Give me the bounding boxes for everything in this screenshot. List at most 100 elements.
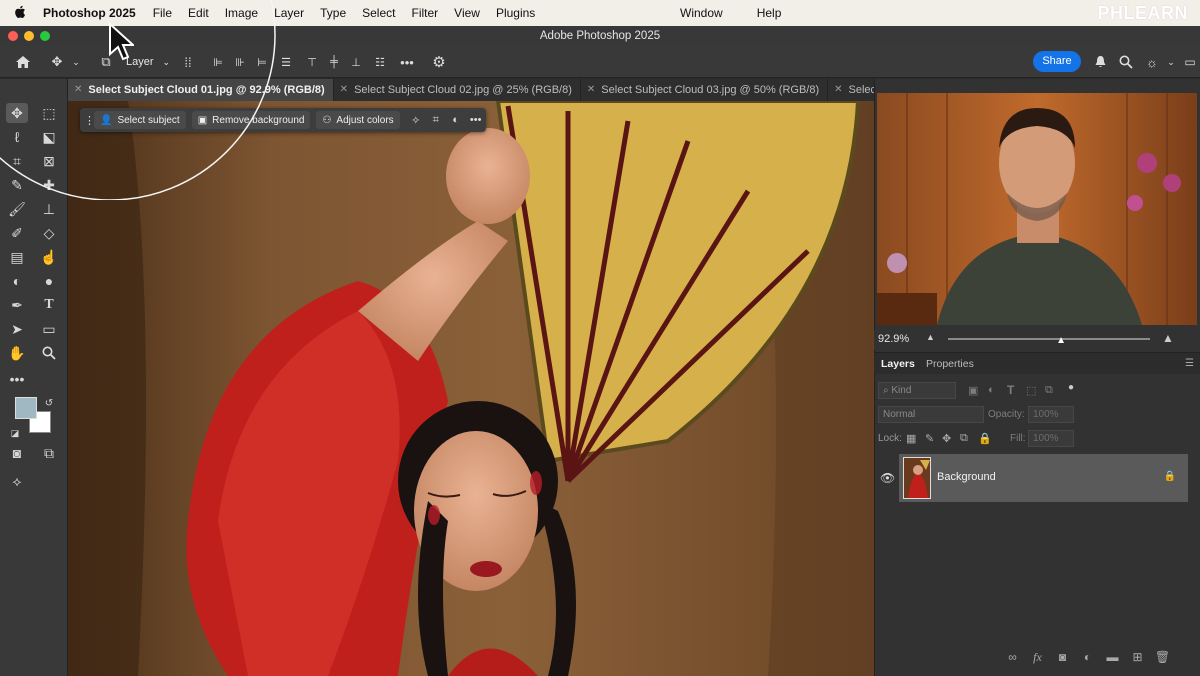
panels-icon[interactable]: ▭ — [1182, 52, 1198, 72]
type-tool-icon[interactable]: T — [38, 295, 60, 315]
close-tab-icon[interactable]: ✕ — [74, 79, 82, 101]
document-tab[interactable]: ✕ Select Subject Cloud 02.jpg @ 25% (RGB… — [334, 79, 581, 101]
zoom-value[interactable]: 92.9% — [878, 333, 909, 345]
menu-select[interactable]: Select — [354, 6, 403, 20]
distribute-vertical-icon[interactable]: ☷ — [370, 52, 390, 72]
menu-plugins[interactable]: Plugins — [488, 6, 543, 20]
eyedropper-tool-icon[interactable]: ✎ — [6, 175, 28, 195]
close-tab-icon[interactable]: ✕ — [834, 79, 842, 101]
smart-object-filter-icon[interactable]: ⧉ — [1045, 384, 1053, 397]
lock-pixels-icon[interactable]: ✎ — [925, 432, 934, 445]
edit-toolbar-icon[interactable]: ••• — [6, 369, 28, 389]
gradient-tool-icon[interactable]: ▤ — [6, 247, 28, 267]
default-colors-icon[interactable]: ◪ — [8, 423, 22, 443]
adjustment-layer-icon[interactable]: ◐ — [1075, 650, 1100, 665]
pen-tool-icon[interactable]: ✒ — [6, 295, 28, 315]
document-canvas[interactable] — [68, 101, 874, 676]
quick-mask-icon[interactable]: ◙ — [6, 443, 28, 463]
eraser-tool-icon[interactable]: ◇ — [38, 223, 60, 243]
new-layer-icon[interactable]: ⊞ — [1125, 650, 1150, 665]
zoom-window-button[interactable] — [40, 31, 50, 41]
align-bottom-icon[interactable]: ⊥ — [346, 52, 366, 72]
align-middle-icon[interactable]: ╪ — [324, 52, 344, 72]
add-mask-icon[interactable]: ◙ — [1050, 650, 1075, 665]
lock-transparent-icon[interactable]: ▦ — [906, 432, 916, 445]
more-options-icon[interactable]: ••• — [396, 52, 418, 72]
remove-background-button[interactable]: ▣ Remove background — [191, 111, 311, 129]
lightbulb-icon[interactable]: ☼ — [1142, 52, 1162, 72]
close-tab-icon[interactable]: ✕ — [340, 79, 348, 101]
menu-layer[interactable]: Layer — [266, 6, 312, 20]
zoom-in-icon[interactable]: ▲ — [1162, 331, 1174, 345]
zoom-slider-thumb[interactable]: ▲ — [1056, 335, 1066, 346]
lock-position-icon[interactable]: ✥ — [942, 432, 951, 445]
align-center-icon[interactable]: ⊪ — [230, 52, 250, 72]
filter-toggle-icon[interactable]: ● — [1068, 382, 1074, 393]
healing-brush-tool-icon[interactable]: ✚ — [38, 175, 60, 195]
lock-icon[interactable]: 🔒 — [1164, 471, 1176, 482]
menu-filter[interactable]: Filter — [403, 6, 446, 20]
align-top-icon[interactable]: ⊤ — [302, 52, 322, 72]
screen-mode-icon[interactable]: ⧉ — [38, 443, 60, 463]
zoom-slider-track[interactable] — [948, 338, 1150, 340]
foreground-color-swatch[interactable] — [15, 397, 37, 419]
brush-tool-icon[interactable]: 🖌 — [6, 199, 28, 219]
fill-field[interactable]: 100% — [1028, 430, 1074, 447]
more-icon[interactable]: ••• — [466, 114, 486, 126]
history-brush-tool-icon[interactable]: ✐ — [6, 223, 28, 243]
clone-stamp-tool-icon[interactable]: ⊥ — [38, 199, 60, 219]
align-left-icon[interactable]: ⊫ — [208, 52, 228, 72]
menu-type[interactable]: Type — [312, 6, 354, 20]
move-tool-icon[interactable]: ✥ — [6, 103, 28, 123]
transform-controls-icon[interactable]: ⁞⁞ — [178, 52, 198, 72]
layer-row[interactable]: Background 🔒 — [899, 454, 1188, 502]
swap-colors-icon[interactable]: ↺ — [42, 393, 56, 413]
link-layers-icon[interactable]: ∞ — [1000, 650, 1025, 665]
crop-icon[interactable]: ⌗ — [426, 114, 446, 127]
type-filter-icon[interactable]: T — [1007, 383, 1014, 397]
hand-tool-icon[interactable]: ✋ — [6, 343, 28, 363]
opacity-field[interactable]: 100% — [1028, 406, 1074, 423]
document-tab[interactable]: ✕ Select Subje — [828, 79, 874, 101]
minimize-window-button[interactable] — [24, 31, 34, 41]
lasso-tool-icon[interactable]: ℓ — [6, 127, 28, 147]
menu-edit[interactable]: Edit — [180, 6, 217, 20]
menu-window[interactable]: Window — [672, 6, 731, 20]
menu-app-name[interactable]: Photoshop 2025 — [40, 6, 145, 20]
distribute-icon[interactable]: ☰ — [276, 52, 296, 72]
gear-icon[interactable]: ⚙ — [428, 52, 450, 72]
generative-tool-icon[interactable]: ⟡ — [6, 471, 28, 491]
blur-tool-icon[interactable]: ● — [38, 271, 60, 291]
menu-image[interactable]: Image — [217, 6, 266, 20]
share-button[interactable]: Share — [1033, 51, 1081, 72]
dodge-tool-icon[interactable]: ◐ — [6, 271, 28, 291]
home-icon[interactable] — [12, 52, 34, 72]
rectangle-tool-icon[interactable]: ▭ — [38, 319, 60, 339]
crop-tool-icon[interactable]: ⌗ — [6, 151, 28, 171]
marquee-tool-icon[interactable]: ⬚ — [38, 103, 60, 123]
sparkle-icon[interactable]: ✧ — [406, 114, 426, 127]
menu-file[interactable]: File — [145, 6, 180, 20]
search-icon[interactable] — [1116, 52, 1136, 72]
align-right-icon[interactable]: ⊨ — [252, 52, 272, 72]
document-tab[interactable]: ✕ Select Subject Cloud 03.jpg @ 50% (RGB… — [581, 79, 829, 101]
menu-view[interactable]: View — [446, 6, 488, 20]
tab-layers[interactable]: Layers — [881, 358, 915, 370]
lock-all-icon[interactable]: 🔒 — [978, 432, 992, 445]
frame-tool-icon[interactable]: ⊠ — [38, 151, 60, 171]
adjust-colors-button[interactable]: ⚇ Adjust colors — [316, 111, 400, 129]
kind-filter-dropdown[interactable]: ⌕ Kind — [878, 382, 956, 399]
close-tab-icon[interactable]: ✕ — [587, 79, 595, 101]
pixel-filter-icon[interactable]: ▣ — [968, 384, 978, 397]
lock-artboard-icon[interactable]: ⧉ — [960, 432, 968, 445]
new-group-icon[interactable]: ▬ — [1100, 650, 1125, 665]
zoom-out-icon[interactable]: ▲ — [926, 332, 935, 342]
shape-filter-icon[interactable]: ⬚ — [1026, 384, 1036, 397]
chevron-down-icon[interactable]: ⌄ — [70, 52, 82, 72]
close-window-button[interactable] — [8, 31, 18, 41]
blend-mode-dropdown[interactable]: Normal — [878, 406, 984, 423]
contrast-icon[interactable]: ◐ — [446, 114, 466, 126]
apple-icon[interactable] — [0, 5, 40, 22]
chevron-down-icon[interactable]: ⌄ — [1164, 52, 1178, 72]
select-subject-button[interactable]: 👤 Select subject — [94, 111, 186, 129]
